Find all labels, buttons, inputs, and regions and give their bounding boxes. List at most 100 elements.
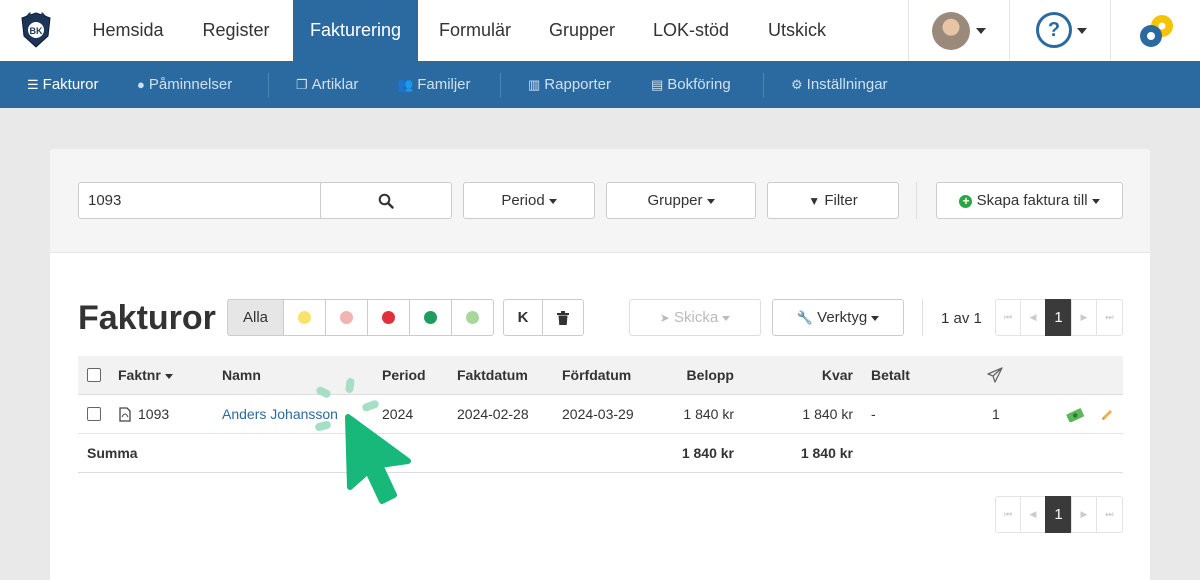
groups-dropdown[interactable]: Grupper xyxy=(606,182,756,219)
bar-chart-icon: ▥ xyxy=(528,77,541,92)
last-page-icon[interactable]: ⏭ xyxy=(1096,299,1123,336)
nav-register[interactable]: Register xyxy=(188,0,284,61)
first-page-icon[interactable]: ⏮ xyxy=(995,496,1021,533)
next-page-icon[interactable]: ▶ xyxy=(1071,299,1097,336)
money-icon[interactable] xyxy=(1066,408,1084,422)
subnav-fakturor[interactable]: ☰ Fakturor xyxy=(27,61,99,108)
status-dot-icon xyxy=(424,311,437,324)
chevron-down-icon xyxy=(871,315,880,321)
nav-utskick[interactable]: Utskick xyxy=(752,0,842,61)
period-label: Period xyxy=(501,192,545,209)
status-dot-icon xyxy=(340,311,353,324)
column-kvar[interactable]: Kvar xyxy=(822,356,853,395)
summary-label: Summa xyxy=(87,445,138,461)
column-namn[interactable]: Namn xyxy=(222,356,261,395)
status-filter-pink[interactable] xyxy=(325,299,368,336)
period-dropdown[interactable]: Period xyxy=(463,182,595,219)
page-button[interactable]: 1 xyxy=(1045,299,1072,336)
cell-betalt: - xyxy=(871,406,876,422)
copy-icon: ❐ xyxy=(296,77,308,92)
status-filter-red[interactable] xyxy=(367,299,410,336)
nav-grupper[interactable]: Grupper xyxy=(536,0,628,61)
search-input[interactable]: 1093 xyxy=(78,182,321,219)
help-icon[interactable]: ? xyxy=(1036,12,1072,48)
list-icon: ☰ xyxy=(27,77,39,92)
page-button[interactable]: 1 xyxy=(1045,496,1072,533)
status-filter-all[interactable]: Alla xyxy=(227,299,284,336)
click-cursor-icon xyxy=(315,378,411,504)
table-row: 1093 Anders Johansson 2024 2024-02-28 20… xyxy=(78,395,1123,434)
club-logo[interactable]: BK xyxy=(20,12,52,48)
credit-button[interactable]: K xyxy=(503,299,543,336)
first-page-icon[interactable]: ⏮ xyxy=(995,299,1021,336)
column-faktdatum[interactable]: Faktdatum xyxy=(457,356,528,395)
nav-lok-stod[interactable]: LOK-stöd xyxy=(640,0,742,61)
create-invoice-label: Skapa faktura till xyxy=(976,192,1088,209)
status-dot-icon xyxy=(298,311,311,324)
delete-button[interactable] xyxy=(542,299,584,336)
brand-logo-icon[interactable] xyxy=(1138,12,1176,50)
search-button[interactable] xyxy=(320,182,452,219)
subnav-bokforing[interactable]: ▤ Bokföring xyxy=(651,61,731,108)
subnav-label: Fakturor xyxy=(42,76,99,93)
prev-page-icon[interactable]: ◀ xyxy=(1020,496,1046,533)
toolbar-divider xyxy=(922,299,923,336)
status-dot-icon xyxy=(382,311,395,324)
sub-navigation: ☰ Fakturor ● Påminnelser ❐ Artiklar 👥 Familj… xyxy=(0,61,1200,108)
column-betalt[interactable]: Betalt xyxy=(871,356,910,395)
filter-button[interactable]: ▼ Filter xyxy=(767,182,899,219)
nav-hemsida[interactable]: Hemsida xyxy=(76,0,180,61)
paper-plane-icon: ➤ xyxy=(659,311,670,325)
select-all-checkbox[interactable] xyxy=(87,368,101,382)
cell-sent-count: 1 xyxy=(992,406,1000,422)
send-label: Skicka xyxy=(674,309,719,326)
column-faktnr[interactable]: Faktnr xyxy=(118,356,173,395)
filter-bar: 1093 Period Grupper ▼ Filter + Skapa fak… xyxy=(50,149,1150,253)
row-checkbox[interactable] xyxy=(87,407,101,421)
pdf-file-icon[interactable] xyxy=(119,407,131,422)
chevron-down-icon[interactable] xyxy=(1077,28,1087,34)
status-filter-yellow[interactable] xyxy=(283,299,326,336)
nav-divider xyxy=(908,0,909,61)
club-logo-text: BK xyxy=(30,26,43,36)
pencil-icon[interactable] xyxy=(1100,408,1114,422)
status-filter-light-green[interactable] xyxy=(451,299,494,336)
last-page-icon[interactable]: ⏭ xyxy=(1096,496,1123,533)
subnav-label: Inställningar xyxy=(806,76,888,93)
column-forfdatum[interactable]: Förfdatum xyxy=(562,356,631,395)
subnav-artiklar[interactable]: ❐ Artiklar xyxy=(296,61,358,108)
users-icon: 👥 xyxy=(397,77,414,92)
nav-divider xyxy=(1009,0,1010,61)
create-invoice-dropdown[interactable]: + Skapa faktura till xyxy=(936,182,1123,219)
subnav-rapporter[interactable]: ▥ Rapporter xyxy=(528,61,611,108)
status-filter-green[interactable] xyxy=(409,299,452,336)
top-navigation: BK Hemsida Register Fakturering Formulär… xyxy=(0,0,1200,61)
paper-plane-icon xyxy=(987,367,1003,383)
cell-belopp: 1 840 kr xyxy=(683,406,734,422)
prev-page-icon[interactable]: ◀ xyxy=(1020,299,1046,336)
column-belopp[interactable]: Belopp xyxy=(687,356,734,395)
nav-formular[interactable]: Formulär xyxy=(424,0,526,61)
trash-icon xyxy=(557,311,569,325)
chevron-down-icon[interactable] xyxy=(976,28,986,34)
subnav-installningar[interactable]: ⚙ Inställningar xyxy=(791,61,888,108)
cell-kvar: 1 840 kr xyxy=(802,406,853,422)
nav-fakturering[interactable]: Fakturering xyxy=(293,0,418,61)
cell-forfdatum: 2024-03-29 xyxy=(562,406,634,422)
exclamation-circle-icon: ● xyxy=(137,77,145,92)
wrench-icon: 🔧 xyxy=(796,310,813,325)
next-page-icon[interactable]: ▶ xyxy=(1071,496,1097,533)
filter-label: Filter xyxy=(824,192,858,209)
subnav-familjer[interactable]: 👥 Familjer xyxy=(397,61,471,108)
groups-label: Grupper xyxy=(647,192,703,209)
nav-divider xyxy=(1110,0,1111,61)
tools-dropdown[interactable]: 🔧 Verktyg xyxy=(772,299,904,336)
subnav-paminnelser[interactable]: ● Påminnelser xyxy=(137,61,232,108)
search-icon xyxy=(378,193,394,209)
subnav-label: Bokföring xyxy=(667,76,731,93)
subnav-divider xyxy=(500,73,501,97)
summary-kvar: 1 840 kr xyxy=(800,445,853,461)
send-dropdown[interactable]: ➤ Skicka xyxy=(629,299,761,336)
user-avatar[interactable] xyxy=(932,12,970,50)
chevron-down-icon xyxy=(548,198,557,204)
